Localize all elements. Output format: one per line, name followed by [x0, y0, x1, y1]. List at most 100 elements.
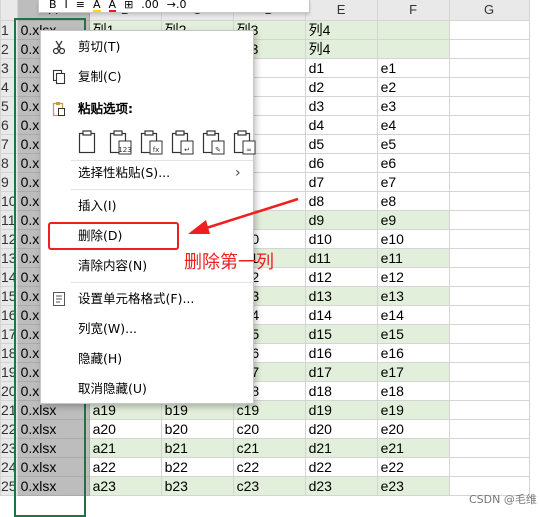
cell[interactable] — [448, 286, 530, 306]
cell[interactable]: d19 — [304, 400, 378, 420]
row-header[interactable]: 2 — [0, 39, 18, 59]
cell[interactable]: c20 — [232, 419, 306, 439]
cell[interactable] — [448, 20, 530, 40]
cell[interactable]: 0.xlsx — [16, 476, 90, 496]
row-header[interactable]: 22 — [0, 419, 18, 439]
paste-link-icon[interactable]: ∞ — [232, 129, 256, 155]
row-header[interactable]: 12 — [0, 229, 18, 249]
menu-item-column-width[interactable]: 列宽(W)... — [41, 317, 253, 341]
cell[interactable] — [448, 419, 530, 439]
fill-color-icon[interactable]: A — [93, 0, 101, 12]
cell[interactable]: e18 — [376, 381, 450, 401]
cell[interactable]: e12 — [376, 267, 450, 287]
row-header[interactable]: 16 — [0, 305, 18, 325]
menu-item-format-cells[interactable]: 设置单元格格式(F)... — [41, 287, 253, 311]
cell[interactable]: e22 — [376, 457, 450, 477]
cell[interactable]: d5 — [304, 134, 378, 154]
cell[interactable]: e21 — [376, 438, 450, 458]
cell[interactable] — [448, 324, 530, 344]
row-header[interactable]: 7 — [0, 134, 18, 154]
row-header[interactable]: 24 — [0, 457, 18, 477]
cell[interactable] — [376, 39, 450, 59]
cell[interactable]: e2 — [376, 77, 450, 97]
menu-item-copy[interactable]: 复制(C) — [41, 65, 253, 89]
row-header[interactable]: 20 — [0, 381, 18, 401]
cell[interactable]: d2 — [304, 77, 378, 97]
font-color-icon[interactable]: A — [108, 0, 117, 12]
cell[interactable]: 0.xlsx — [16, 438, 90, 458]
cell[interactable]: d15 — [304, 324, 378, 344]
paste-formulas-icon[interactable]: fx — [139, 129, 163, 155]
cell[interactable]: d8 — [304, 191, 378, 211]
cell[interactable]: e1 — [376, 58, 450, 78]
row-header[interactable]: 11 — [0, 210, 18, 230]
cell[interactable]: d13 — [304, 286, 378, 306]
row-header[interactable]: 4 — [0, 77, 18, 97]
menu-item-cut[interactable]: 剪切(T) — [41, 35, 253, 59]
cell[interactable]: d10 — [304, 229, 378, 249]
cell[interactable]: e5 — [376, 134, 450, 154]
cell[interactable]: e10 — [376, 229, 450, 249]
cell[interactable]: e13 — [376, 286, 450, 306]
column-header-f[interactable]: F — [376, 0, 450, 21]
row-header[interactable]: 18 — [0, 343, 18, 363]
menu-item-hide[interactable]: 隐藏(H) — [41, 347, 253, 371]
cell[interactable]: 0.xlsx — [16, 419, 90, 439]
cell[interactable]: d16 — [304, 343, 378, 363]
select-all-corner[interactable] — [0, 0, 18, 21]
cell[interactable]: e15 — [376, 324, 450, 344]
cell[interactable]: d12 — [304, 267, 378, 287]
cell[interactable]: d17 — [304, 362, 378, 382]
row-header[interactable]: 10 — [0, 191, 18, 211]
cell[interactable] — [448, 438, 530, 458]
cell[interactable]: d20 — [304, 419, 378, 439]
borders-icon[interactable]: ⊞ — [124, 0, 133, 10]
cell[interactable] — [448, 153, 530, 173]
cell[interactable] — [448, 381, 530, 401]
cell[interactable] — [448, 115, 530, 135]
cell[interactable]: d6 — [304, 153, 378, 173]
cell[interactable]: e9 — [376, 210, 450, 230]
cell[interactable] — [448, 343, 530, 363]
cell[interactable] — [448, 362, 530, 382]
cell[interactable] — [448, 400, 530, 420]
menu-item-paste-special[interactable]: 选择性粘贴(S)... › — [41, 161, 253, 185]
cell[interactable]: c21 — [232, 438, 306, 458]
cell[interactable]: e20 — [376, 419, 450, 439]
cell[interactable]: a23 — [88, 476, 162, 496]
cell[interactable] — [448, 172, 530, 192]
bold-icon[interactable]: B — [49, 0, 57, 10]
cell[interactable] — [448, 77, 530, 97]
cell[interactable] — [448, 96, 530, 116]
cell[interactable]: e14 — [376, 305, 450, 325]
row-header[interactable]: 23 — [0, 438, 18, 458]
menu-item-unhide[interactable]: 取消隐藏(U) — [41, 377, 253, 401]
cell[interactable]: d14 — [304, 305, 378, 325]
cell[interactable]: d7 — [304, 172, 378, 192]
cell[interactable]: b21 — [160, 438, 234, 458]
cell[interactable] — [448, 134, 530, 154]
paste-values-icon[interactable]: 123 — [108, 129, 132, 155]
paste-transpose-icon[interactable]: ↵ — [170, 129, 194, 155]
cell[interactable]: e7 — [376, 172, 450, 192]
cell[interactable]: d21 — [304, 438, 378, 458]
cell[interactable]: e17 — [376, 362, 450, 382]
cell[interactable] — [448, 457, 530, 477]
cell[interactable]: c22 — [232, 457, 306, 477]
cell[interactable]: d1 — [304, 58, 378, 78]
row-header[interactable]: 1 — [0, 20, 18, 40]
cell[interactable]: e19 — [376, 400, 450, 420]
cell[interactable]: d4 — [304, 115, 378, 135]
cell[interactable] — [448, 305, 530, 325]
row-header[interactable]: 13 — [0, 248, 18, 268]
cell[interactable]: e16 — [376, 343, 450, 363]
row-header[interactable]: 19 — [0, 362, 18, 382]
cell[interactable]: e3 — [376, 96, 450, 116]
cell[interactable]: a20 — [88, 419, 162, 439]
cell[interactable]: e4 — [376, 115, 450, 135]
column-header-g[interactable]: G — [448, 0, 530, 21]
cell[interactable] — [376, 20, 450, 40]
cell[interactable]: a22 — [88, 457, 162, 477]
menu-item-delete[interactable]: 删除(D) — [41, 224, 253, 248]
cell[interactable]: d23 — [304, 476, 378, 496]
